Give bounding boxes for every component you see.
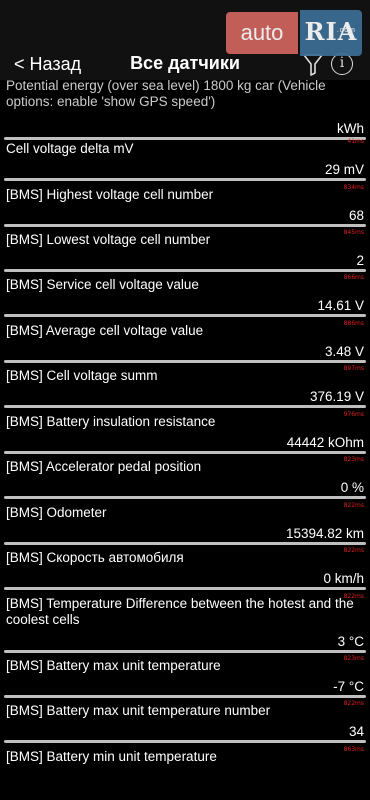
sensor-row[interactable]: [BMS] Battery max unit temperature numbe… <box>0 698 370 743</box>
sensor-update-interval: 845ms <box>343 229 364 236</box>
sensor-row[interactable]: [BMS] Average cell voltage value 886ms 3.4… <box>0 318 370 363</box>
sensor-update-interval: 822ms <box>343 502 364 509</box>
sensor-label: [BMS] Service cell voltage value <box>6 277 199 292</box>
sensor-label: Potential energy (over sea level) 1800 k… <box>6 78 326 109</box>
sensor-row[interactable]: [BMS] Highest voltage cell number 834ms 68 <box>0 182 370 227</box>
sensor-value: 3 °C <box>337 634 364 649</box>
watermark-ria-text: RIA .com <box>300 10 362 56</box>
sensor-row[interactable]: Cell voltage delta mV 41ms 29 mV <box>0 136 370 181</box>
sensor-update-interval: 834ms <box>343 184 364 191</box>
sensor-label: [BMS] Cell voltage summ <box>6 368 158 383</box>
sensor-row[interactable]: [BMS] Odometer 822ms 15394.82 km <box>0 500 370 545</box>
sensor-update-interval: 822ms <box>343 547 364 554</box>
sensor-value: 34 <box>348 724 364 739</box>
watermark-auto-text: auto <box>226 12 298 54</box>
sensor-update-interval: 822ms <box>343 593 364 600</box>
sensor-value: 376.19 V <box>309 389 364 404</box>
sensor-update-interval: 863ms <box>343 746 364 753</box>
sensor-row[interactable]: [BMS] Battery min unit temperature 863ms <box>0 744 370 800</box>
sensor-value: 29 mV <box>324 162 364 177</box>
sensor-value: 2 <box>356 253 364 268</box>
row-divider <box>4 405 366 408</box>
sensor-label: [BMS] Battery min unit temperature <box>6 749 217 764</box>
autoria-watermark-logo: auto RIA .com <box>226 10 362 56</box>
sensor-row[interactable]: [BMS] Temperature Difference between the… <box>0 591 370 653</box>
sensor-label: [BMS] Battery insulation resistance <box>6 414 216 429</box>
sensor-update-interval: 866ms <box>343 274 364 281</box>
row-divider <box>4 178 366 181</box>
sensor-row[interactable]: [BMS] Accelerator pedal position 823ms 0 % <box>0 454 370 499</box>
sensor-value: 0 km/h <box>323 571 364 586</box>
watermark-com: .com <box>336 27 356 34</box>
sensor-label: Cell voltage delta mV <box>6 141 134 156</box>
row-divider <box>4 740 366 743</box>
sensor-value: 0 % <box>340 480 364 495</box>
sensor-value: 68 <box>348 208 364 223</box>
sensor-list[interactable]: Potential energy (over sea level) 1800 k… <box>0 0 370 800</box>
sensor-update-interval: 823ms <box>343 655 364 662</box>
sensor-label: [BMS] Odometer <box>6 505 107 520</box>
sensor-value: 15394.82 km <box>285 526 364 541</box>
sensor-update-interval: 976ms <box>343 411 364 418</box>
sensor-row[interactable]: Potential energy (over sea level) 1800 k… <box>0 78 370 140</box>
sensor-label: [BMS] Highest voltage cell number <box>6 187 214 202</box>
sensor-value: 3.48 V <box>324 344 364 359</box>
sensor-row[interactable]: [BMS] Battery max unit temperature 823ms -… <box>0 653 370 698</box>
sensor-row[interactable]: [BMS] Скорость автомобиля 822ms 0 km/h <box>0 545 370 590</box>
row-divider <box>4 314 366 317</box>
row-divider <box>4 496 366 499</box>
sensor-label: [BMS] Скорость автомобиля <box>6 550 184 565</box>
sensor-row[interactable]: [BMS] Service cell voltage value 866ms 14.… <box>0 272 370 317</box>
sensor-row[interactable]: [BMS] Cell voltage summ 897ms 376.19 V <box>0 363 370 408</box>
sensor-label: [BMS] Lowest voltage cell number <box>6 232 211 247</box>
sensor-label: [BMS] Battery max unit temperature numbe… <box>6 703 271 718</box>
sensor-update-interval: 886ms <box>343 320 364 327</box>
sensor-value: 14.61 V <box>317 298 364 313</box>
info-icon[interactable]: i <box>331 53 353 75</box>
sensor-update-interval: 822ms <box>343 700 364 707</box>
sensor-row[interactable]: [BMS] Lowest voltage cell number 845ms 2 <box>0 227 370 272</box>
sensor-label: [BMS] Battery max unit temperature <box>6 658 221 673</box>
sensor-value: 44442 kOhm <box>286 435 364 450</box>
sensor-label: [BMS] Average cell voltage value <box>6 323 204 338</box>
sensor-update-interval: 823ms <box>343 456 364 463</box>
filter-icon[interactable] <box>302 53 324 77</box>
sensor-label: [BMS] Accelerator pedal position <box>6 459 202 474</box>
sensor-value: -7 °C <box>333 679 364 694</box>
row-divider <box>4 587 366 590</box>
sensor-label: [BMS] Temperature Difference between the… <box>6 596 354 627</box>
sensor-row[interactable]: [BMS] Battery insulation resistance 976ms… <box>0 409 370 454</box>
sensor-update-interval: 41ms <box>347 138 364 145</box>
sensor-value: kWh <box>337 121 364 136</box>
sensor-update-interval: 897ms <box>343 365 364 372</box>
